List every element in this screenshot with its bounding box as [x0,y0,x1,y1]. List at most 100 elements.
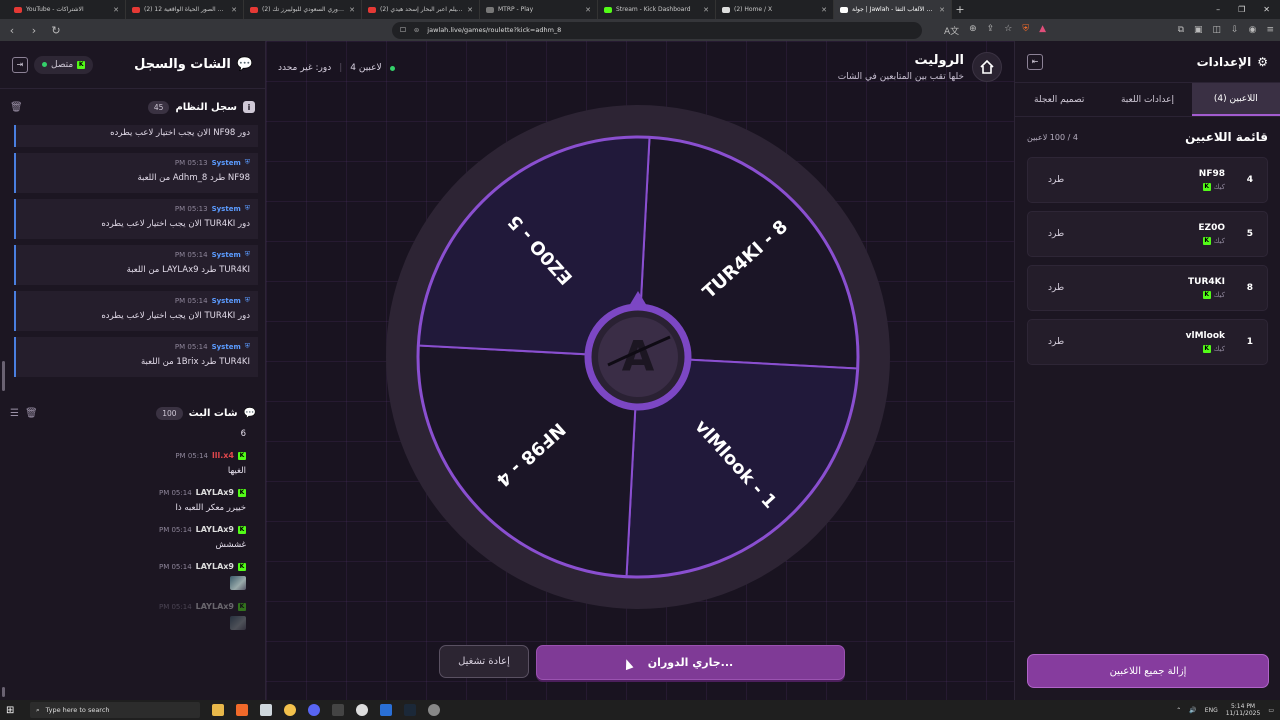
bookmark-icon[interactable]: ☐ [400,26,406,34]
chat-emote-image [230,576,246,590]
share-icon[interactable]: ⇪ [987,24,995,37]
system-log-text: دور TUR4KI الان يجب اختيار لاعب يطرده [101,219,250,229]
player-count: 4 / 100 لاعبين [1027,132,1078,142]
system-log-scrollbar[interactable] [2,361,5,391]
filter-icon[interactable]: ☰ [10,408,19,419]
brave-shield-icon[interactable]: ⛨ [1022,24,1029,37]
settings-tab[interactable]: تصميم العجلة [1015,83,1103,116]
spin-button[interactable]: جاري الدوران... [536,645,845,680]
kick-player-button[interactable]: طرد [1042,175,1064,185]
kick-icon: K [1202,237,1211,245]
chat-username[interactable]: LAYLAx9 [196,562,234,571]
maximize-icon[interactable]: ❐ [1238,5,1245,14]
zoom-icon[interactable]: ⊕ [969,24,977,37]
kick-player-button[interactable]: طرد [1042,229,1064,239]
reload-icon[interactable]: ↻ [50,24,62,37]
collapse-settings-button[interactable]: ⇤ [1027,53,1043,70]
turn-label: دور: غير محدد [278,63,332,73]
terminal-icon[interactable] [332,704,344,716]
settings-tab[interactable]: اللاعبين (4) [1191,83,1280,116]
download-icon[interactable]: ⇩ [1231,25,1239,35]
remove-all-players-button[interactable]: إزالة جميع اللاعبين [1027,654,1269,688]
obs-icon[interactable] [356,704,368,716]
browser-tab[interactable]: (2) بطل الدوري السعودي للبوليبرز تك ✕ [244,0,362,19]
app2-icon[interactable] [380,704,392,716]
chat-message: Klll.x4 05:14 PM الغيها [0,451,266,476]
tab-close-icon[interactable]: ✕ [821,6,827,14]
new-tab-button[interactable]: + [952,3,968,16]
store-icon[interactable] [260,704,272,716]
home-button[interactable] [972,52,1002,82]
roulette-wheel[interactable]: TUR4KI - 8 vlMlook - 1 NF98 - 4 EZ0O - 5A [383,102,893,612]
chat-title: 💬 الشات والسجل [134,57,253,72]
player-list-header: قائمة اللاعبين 4 / 100 لاعبين [1015,117,1280,157]
taskbar-search[interactable]: ⌕ Type here to search [30,702,200,718]
kick-icon: K [1202,291,1211,299]
tab-close-icon[interactable]: ✕ [113,6,119,14]
system-shield-icon: ⛨ [244,250,250,258]
address-bar[interactable]: ☐ ⊜ jawlah.live/games/roulette?kick=adhm… [392,21,922,39]
app-root: 💬 الشات والسجل K متصل ⇥ i سجل النظام 45 … [0,41,1280,700]
settings-app-icon[interactable] [428,704,440,716]
kick-player-button[interactable]: طرد [1042,337,1064,347]
browser-tab[interactable]: (2) تحدي الصور الحياة الواقعية 12 🇸🇦 ✕ [126,0,244,19]
extensions-icon[interactable]: ⧉ [1178,25,1184,35]
browser-tab[interactable]: MTRP - Play ✕ [480,0,598,19]
star-icon[interactable]: ☆ [1004,24,1012,37]
clock[interactable]: 5:14 PM 11/11/2025 [1226,703,1261,717]
brave-rewards-icon[interactable]: ▲ [1039,24,1046,37]
player-row: 1 vlMlook كيك K طرد [1027,319,1268,365]
site-info-icon[interactable]: ⊜ [414,26,419,34]
tab-close-icon[interactable]: ✕ [939,6,945,14]
forward-icon[interactable]: › [28,24,40,37]
tab-close-icon[interactable]: ✕ [349,6,355,14]
app-icon[interactable] [284,704,296,716]
tab-close-icon[interactable]: ✕ [585,6,591,14]
tab-close-icon[interactable]: ✕ [231,6,237,14]
kick-icon: K [77,60,86,69]
steam-icon[interactable] [404,704,416,716]
windows-start-icon[interactable]: ⊞ [6,705,22,716]
chat-username[interactable]: lll.x4 [212,451,234,460]
tray-arrow-icon[interactable]: ⌃ [1176,707,1181,714]
tab-close-icon[interactable]: ✕ [467,6,473,14]
wallet-icon[interactable]: ▣ [1194,25,1203,35]
minimize-icon[interactable]: – [1216,5,1220,14]
browser-tab[interactable]: (2) Home / X ✕ [716,0,834,19]
discord-icon[interactable] [308,704,320,716]
kick-player-button[interactable]: طرد [1042,283,1064,293]
live-chat-scrollbar[interactable] [2,687,5,697]
translate-icon[interactable]: A文 [944,24,959,37]
browser-tab[interactable]: YouTube - الاشتراكات ✕ [8,0,126,19]
clear-chat-icon[interactable]: 🗑 [25,408,38,419]
chat-username[interactable]: LAYLAx9 [196,525,234,534]
volume-icon[interactable]: 🔊 [1189,707,1196,714]
sidebar-icon[interactable]: ◫ [1213,25,1222,35]
close-window-icon[interactable]: ✕ [1263,5,1270,14]
connection-status-badge: K متصل [34,55,94,74]
player-source-text: كيك [1213,183,1225,191]
live-chat-list: 6 Klll.x4 05:14 PM الغيها K LAYLAx9 05:14 PM خي… [0,429,266,699]
browser-tab[interactable]: Stream - Kick Dashboard ✕ [598,0,716,19]
file-explorer-icon[interactable] [212,704,224,716]
brave-icon[interactable] [236,704,248,716]
system-sender: System [211,296,241,305]
collapse-chat-button[interactable]: ⇥ [12,56,28,73]
browser-tab[interactable]: جولة | Jawlah - منصة الألعاب التفا ✕ [834,0,952,19]
browser-tab[interactable]: (2) اغنيه ميلم اعبر البحار إسحد هيدي ✕ [362,0,480,19]
player-number: 5 [1246,229,1253,239]
settings-tab[interactable]: إعدادات اللعبة [1103,83,1191,116]
chat-username[interactable]: LAYLAx9 [196,488,234,497]
restart-button[interactable]: إعادة تشغيل [439,645,529,678]
language-indicator[interactable]: ENG [1205,707,1218,714]
clear-log-icon[interactable]: 🗑 [10,102,23,113]
system-log-text: دور NF98 الان يجب اختيار لاعب يطرده [110,128,250,138]
chat-username[interactable]: LAYLAx9 [196,602,234,611]
notification-icon[interactable]: ▭ [1268,707,1274,714]
live-chat-header: 💬 شات البث 100 🗑 ☰ [0,395,266,431]
profile-icon[interactable]: ◉ [1249,25,1257,35]
back-icon[interactable]: ‹ [6,24,18,37]
tab-close-icon[interactable]: ✕ [703,6,709,14]
menu-icon[interactable]: ≡ [1266,25,1274,35]
system-log-text: دور TUR4KI الان يجب اختيار لاعب يطرده [101,311,250,321]
